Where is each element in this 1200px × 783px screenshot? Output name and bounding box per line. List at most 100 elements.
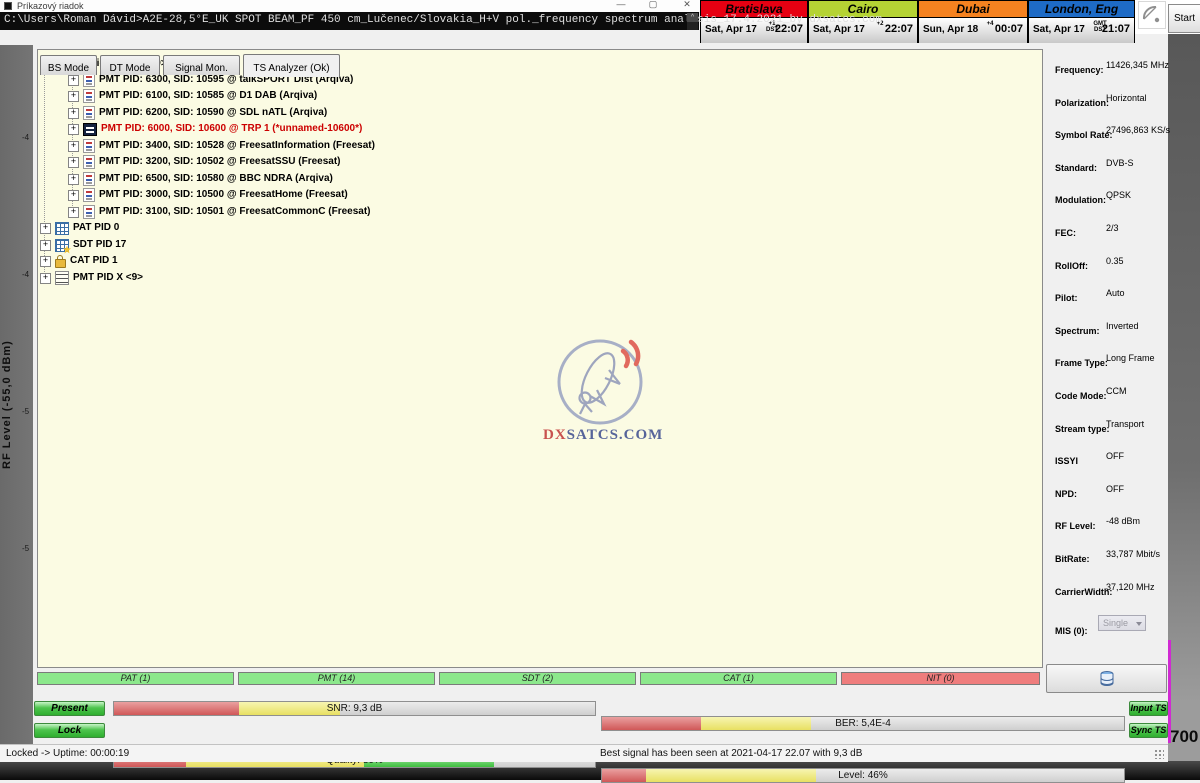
param-frequency: Frequency:11426,345 MHz: [1055, 60, 1167, 72]
sync-ts-button[interactable]: Sync TS: [1129, 723, 1168, 738]
tree-service-row[interactable]: + PMT PID: 3000, SID: 10500 @ FreesatHom…: [68, 188, 348, 202]
resize-grip[interactable]: [1154, 749, 1164, 759]
spectrum-y-tick: -5: [22, 544, 33, 553]
console-title: Príkazový riadok: [17, 1, 84, 11]
satellite-dish-button[interactable]: [1138, 1, 1166, 29]
tree-service-row[interactable]: + PMT PID: 3400, SID: 10528 @ FreesatInf…: [68, 139, 375, 153]
watermark-rest: SATCS.COM: [567, 427, 664, 443]
service-table-icon: [83, 172, 95, 186]
clock-time: 00:07: [995, 23, 1023, 35]
status-lock-uptime: Locked -> Uptime: 00:00:19: [6, 748, 129, 759]
console-scrollbar[interactable]: [687, 22, 698, 30]
table-icon: [55, 222, 69, 235]
tab-signal-mon[interactable]: Signal Mon.: [163, 55, 240, 75]
tree-service-row[interactable]: + PMT PID: 3100, SID: 10501 @ FreesatCom…: [68, 205, 371, 219]
param-label: Standard:: [1055, 163, 1097, 173]
param-rolloff: RollOff:0.35: [1055, 256, 1167, 268]
expand-icon[interactable]: +: [68, 174, 79, 185]
close-icon[interactable]: ✕: [680, 0, 694, 10]
level-meter: Level: 46%: [601, 768, 1125, 783]
chevron-down-icon: [1136, 622, 1142, 626]
spectrum-trace-fragment: [1168, 640, 1171, 743]
param-label: RF Level:: [1055, 521, 1096, 531]
param-label: ISSYI: [1055, 456, 1078, 466]
psi-bar-nit: NIT (0): [841, 672, 1040, 685]
expand-icon[interactable]: +: [40, 223, 51, 234]
lock-icon: [55, 259, 66, 268]
watermark-dx: DX: [543, 427, 567, 443]
clock-time: 21:07: [1102, 23, 1130, 35]
param-label: BitRate:: [1055, 554, 1090, 564]
expand-icon[interactable]: +: [68, 157, 79, 168]
tab-dt-mode[interactable]: DT Mode: [100, 55, 160, 75]
tree-node-pat[interactable]: + PAT PID 0: [40, 221, 119, 235]
status-best-signal: Best signal has been seen at 2021-04-17 …: [600, 748, 862, 759]
tab-ts-analyzer[interactable]: TS Analyzer (Ok): [243, 54, 340, 77]
param-issyi: ISSYI OFF: [1055, 451, 1167, 463]
expand-icon[interactable]: +: [68, 124, 79, 135]
tree-service-label: PMT PID: 6100, SID: 10585 @ D1 DAB (Arqi…: [99, 89, 317, 103]
ts-buffer-button[interactable]: [1046, 664, 1167, 693]
tree-node-cat[interactable]: + CAT PID 1: [40, 254, 118, 268]
start-button[interactable]: Start: [1168, 4, 1200, 33]
spectrum-y-tick: -5: [22, 407, 33, 416]
tree-service-label: PMT PID: 3200, SID: 10502 @ FreesatSSU (…: [99, 155, 341, 169]
lock-indicator-button[interactable]: Lock: [34, 723, 105, 738]
tree-service-row[interactable]: + PMT PID: 6500, SID: 10580 @ BBC NDRA (…: [68, 172, 333, 186]
param-value: OFF: [1106, 451, 1124, 461]
expand-icon[interactable]: +: [68, 141, 79, 152]
tab-bs-mode[interactable]: BS Mode: [40, 55, 97, 75]
snr-meter: SNR: 9,3 dB: [113, 701, 596, 716]
expand-icon[interactable]: +: [68, 75, 79, 86]
clock-city: Dubai: [919, 1, 1027, 18]
param-value: Horizontal: [1106, 93, 1147, 103]
tree-node-pmtx[interactable]: + PMT PID X <9>: [40, 271, 143, 285]
tree-service-row[interactable]: + PMT PID: 6200, SID: 10590 @ SDL nATL (…: [68, 106, 327, 120]
mis-dropdown[interactable]: Single: [1098, 615, 1146, 631]
param-label: CarrierWidth:: [1055, 587, 1112, 597]
param-value: 27496,863 KS/s: [1106, 125, 1170, 135]
clock-date: Sun, Apr 18: [923, 24, 978, 35]
tree-service-row-selected[interactable]: + PMT PID: 6000, SID: 10600 @ TRP 1 (*un…: [68, 122, 362, 136]
expand-icon[interactable]: +: [40, 256, 51, 267]
tree-service-label: PMT PID: 6200, SID: 10590 @ SDL nATL (Ar…: [99, 106, 327, 120]
dxsatcs-watermark: DXSATCS.COM: [543, 338, 657, 446]
present-indicator-button[interactable]: Present: [34, 701, 105, 716]
param-value: 2/3: [1106, 223, 1119, 233]
expand-icon[interactable]: +: [68, 207, 79, 218]
param-label: Modulation:: [1055, 195, 1106, 205]
expand-icon[interactable]: +: [40, 240, 51, 251]
service-table-icon: [83, 188, 95, 202]
psi-bar-sdt: SDT (2): [439, 672, 636, 685]
tree-node-label: PAT PID 0: [73, 221, 119, 235]
tree-service-row[interactable]: + PMT PID: 6100, SID: 10585 @ D1 DAB (Ar…: [68, 89, 317, 103]
tree-node-label: CAT PID 1: [70, 254, 118, 268]
param-frame-type: Frame Type:Long Frame: [1055, 353, 1167, 365]
psi-bar-cat: CAT (1): [640, 672, 837, 685]
clock-date: Sat, Apr 17: [1033, 24, 1085, 35]
clock-city: London, Eng: [1029, 1, 1134, 18]
maximize-icon[interactable]: ▢: [646, 0, 660, 10]
ber-meter: BER: 5,4E-4: [601, 716, 1125, 731]
expand-icon[interactable]: +: [68, 91, 79, 102]
level-value: Level: 46%: [602, 769, 1124, 782]
input-ts-button[interactable]: Input TS: [1129, 701, 1168, 716]
tz-offset: +4: [987, 21, 994, 27]
param-value: DVB-S: [1106, 158, 1134, 168]
param-code-mode: Code Mode:CCM: [1055, 386, 1167, 398]
spectrum-window-right-strip: [1168, 34, 1200, 761]
minimize-icon[interactable]: —: [614, 0, 628, 10]
console-command-text: C:\Users\Roman Dávid>A2E-28,5°E_UK SPOT …: [4, 14, 882, 26]
tree-node-sdt[interactable]: + SDT PID 17: [40, 238, 126, 252]
expand-icon[interactable]: +: [68, 190, 79, 201]
param-label: Symbol Rate:: [1055, 130, 1113, 140]
expand-icon[interactable]: +: [40, 273, 51, 284]
service-table-icon: [83, 205, 95, 219]
spectrum-x-tick: 700: [1170, 727, 1198, 747]
tree-service-row[interactable]: + PMT PID: 3200, SID: 10502 @ FreesatSSU…: [68, 155, 341, 169]
scroll-up-icon[interactable]: ^: [687, 13, 698, 22]
table-star-icon: [55, 239, 69, 252]
mis-selected-value: Single: [1103, 618, 1128, 628]
param-value: 33,787 Mbit/s: [1106, 549, 1160, 559]
expand-icon[interactable]: +: [68, 108, 79, 119]
